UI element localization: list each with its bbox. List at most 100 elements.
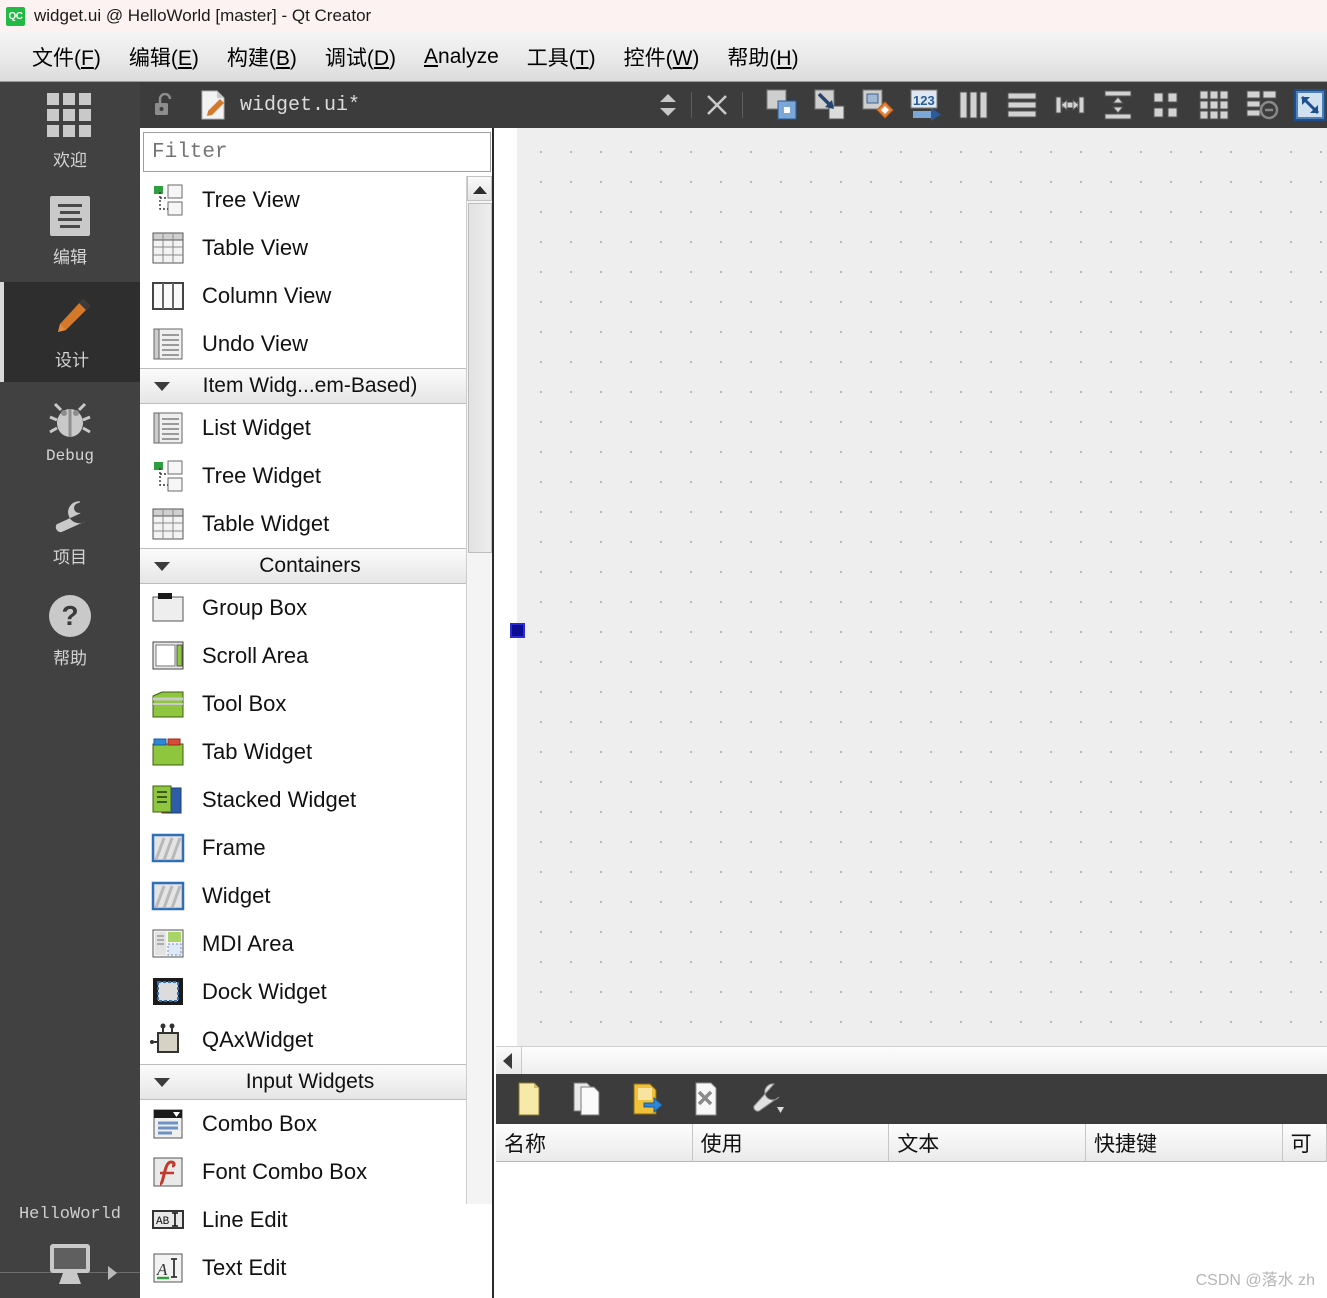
column-header[interactable]: 文本 (889, 1124, 1086, 1162)
desktop-monitor-icon[interactable] (44, 1242, 96, 1286)
column-header[interactable]: 可 (1282, 1124, 1327, 1162)
play-arrow-icon[interactable] (108, 1266, 117, 1280)
layout-grid-icon[interactable] (1197, 88, 1231, 122)
list-item-label: Stacked Widget (202, 787, 357, 812)
ui-file-icon (200, 90, 226, 120)
toolbar-separator (742, 92, 743, 118)
unlock-icon[interactable] (154, 92, 176, 117)
scrollbar-thumb[interactable] (468, 203, 492, 553)
column-view-icon (150, 278, 186, 314)
qaxwidget-icon (150, 1022, 186, 1058)
form-selection-handle[interactable] (510, 623, 525, 638)
new-action-icon[interactable] (510, 1081, 544, 1117)
list-item[interactable]: Font Combo Box (140, 1148, 466, 1196)
list-item[interactable]: Frame (140, 824, 466, 872)
scroll-left-arrow-icon[interactable] (496, 1047, 522, 1074)
close-x-icon[interactable] (704, 92, 730, 118)
column-header[interactable]: 名称 (496, 1124, 693, 1162)
column-header[interactable]: 快捷键 (1085, 1124, 1283, 1162)
split-arrows-icon[interactable] (657, 91, 679, 119)
list-item[interactable]: Table View (140, 224, 466, 272)
list-item[interactable]: A Text Edit (140, 1244, 466, 1292)
widget-category-header[interactable]: Input Widgets (140, 1064, 466, 1100)
layout-form-icon[interactable] (1149, 88, 1183, 122)
widget-box-panel: Tree View Table View Column View Undo View I… (140, 128, 494, 1298)
list-item[interactable]: Combo Box (140, 1100, 466, 1148)
list-item[interactable]: Scroll Area (140, 632, 466, 680)
sidebar-item-debug[interactable]: Debug (0, 382, 140, 482)
edit-widgets-icon[interactable] (765, 88, 799, 122)
table-view-icon (150, 230, 186, 266)
layout-horizontally-icon[interactable] (957, 88, 991, 122)
configure-action-icon[interactable] (750, 1081, 784, 1117)
delete-action-icon[interactable] (690, 1081, 724, 1117)
column-header[interactable]: 使用 (692, 1124, 890, 1162)
scroll-area-icon (150, 638, 186, 674)
sidebar-item-projects[interactable]: 项目 (0, 482, 140, 582)
menu-item-4[interactable]: 调试(D) (311, 42, 410, 72)
menu-item-3[interactable]: 构建(B) (213, 42, 311, 72)
search-input[interactable] (143, 132, 491, 172)
editor-toolbar: widget.ui* 123 (140, 82, 1327, 128)
list-item-label: Column View (202, 283, 332, 308)
widget-list: Tree View Table View Column View Undo View I… (140, 176, 494, 1298)
adjust-size-icon[interactable] (1293, 88, 1327, 122)
list-item[interactable]: Dock Widget (140, 968, 466, 1016)
menu-item-7[interactable]: 控件(W) (610, 42, 714, 72)
wrench-icon (48, 496, 92, 536)
scroll-up-arrow-icon[interactable] (467, 176, 492, 201)
menu-item-1[interactable]: 文件(F) (18, 42, 115, 72)
layout-vertically-icon[interactable] (1005, 88, 1039, 122)
widget-category-header[interactable]: Item Widg...em-Based) (140, 368, 466, 404)
list-item[interactable]: AB Line Edit (140, 1196, 466, 1244)
list-item[interactable]: Widget (140, 872, 466, 920)
sidebar-item-welcome[interactable]: 欢迎 (0, 82, 140, 182)
widget-list-scrollbar[interactable] (466, 176, 492, 1204)
list-item[interactable]: Table Widget (140, 500, 466, 548)
list-item-label: Table View (202, 235, 308, 260)
edit-tab-order-icon[interactable]: 123 (909, 88, 943, 122)
list-item[interactable]: Tab Widget (140, 728, 466, 776)
canvas-horizontal-scrollbar[interactable] (496, 1046, 1327, 1074)
sidebar-item-design[interactable]: 设计 (0, 282, 140, 382)
list-item[interactable]: List Widget (140, 404, 466, 452)
widget-category-label: Containers (259, 554, 361, 577)
menu-item-8[interactable]: 帮助(H) (713, 42, 812, 72)
sidebar-item-help[interactable]: ? 帮助 (0, 582, 140, 682)
edit-buddies-icon[interactable] (861, 88, 895, 122)
layout-splitter-vertical-icon[interactable] (1101, 88, 1135, 122)
widget-category-header[interactable]: Containers (140, 548, 466, 584)
break-layout-icon[interactable] (1245, 88, 1279, 122)
form-design-surface[interactable] (517, 128, 1327, 1046)
svg-text:123: 123 (913, 93, 935, 108)
sidebar-item-edit[interactable]: 编辑 (0, 182, 140, 282)
menu-item-2[interactable]: 编辑(E) (115, 42, 213, 72)
form-canvas[interactable] (496, 128, 1327, 1046)
menu-item-label: 编辑(E) (128, 46, 199, 70)
list-item[interactable]: Stacked Widget (140, 776, 466, 824)
list-item[interactable]: Column View (140, 272, 466, 320)
menu-item-5[interactable]: Analyze (410, 45, 513, 69)
sidebar-item-label: Debug (45, 446, 94, 465)
list-item[interactable]: Tool Box (140, 680, 466, 728)
document-lines-icon (50, 196, 90, 236)
layout-splitter-horizontal-icon[interactable] (1053, 88, 1087, 122)
sidebar-item-label: 帮助 (53, 649, 87, 668)
list-item-label: Tool Box (202, 691, 287, 716)
qt-creator-logo-icon: QC (6, 6, 25, 26)
menu-item-label: Analyze (424, 44, 499, 68)
menu-item-6[interactable]: 工具(T) (513, 42, 610, 72)
column-header-label: 使用 (700, 1132, 743, 1156)
list-item[interactable]: Tree View (140, 176, 466, 224)
list-widget-icon (150, 410, 186, 446)
dock-widget-icon (150, 974, 186, 1010)
list-item[interactable]: QAxWidget (140, 1016, 466, 1064)
copy-action-icon[interactable] (570, 1081, 604, 1117)
list-item[interactable]: Tree Widget (140, 452, 466, 500)
edit-signals-slots-icon[interactable] (813, 88, 847, 122)
list-item[interactable]: Group Box (140, 584, 466, 632)
paste-action-icon[interactable] (630, 1081, 664, 1117)
list-item[interactable]: MDI Area (140, 920, 466, 968)
group-box-icon (150, 590, 186, 626)
list-item[interactable]: Undo View (140, 320, 466, 368)
